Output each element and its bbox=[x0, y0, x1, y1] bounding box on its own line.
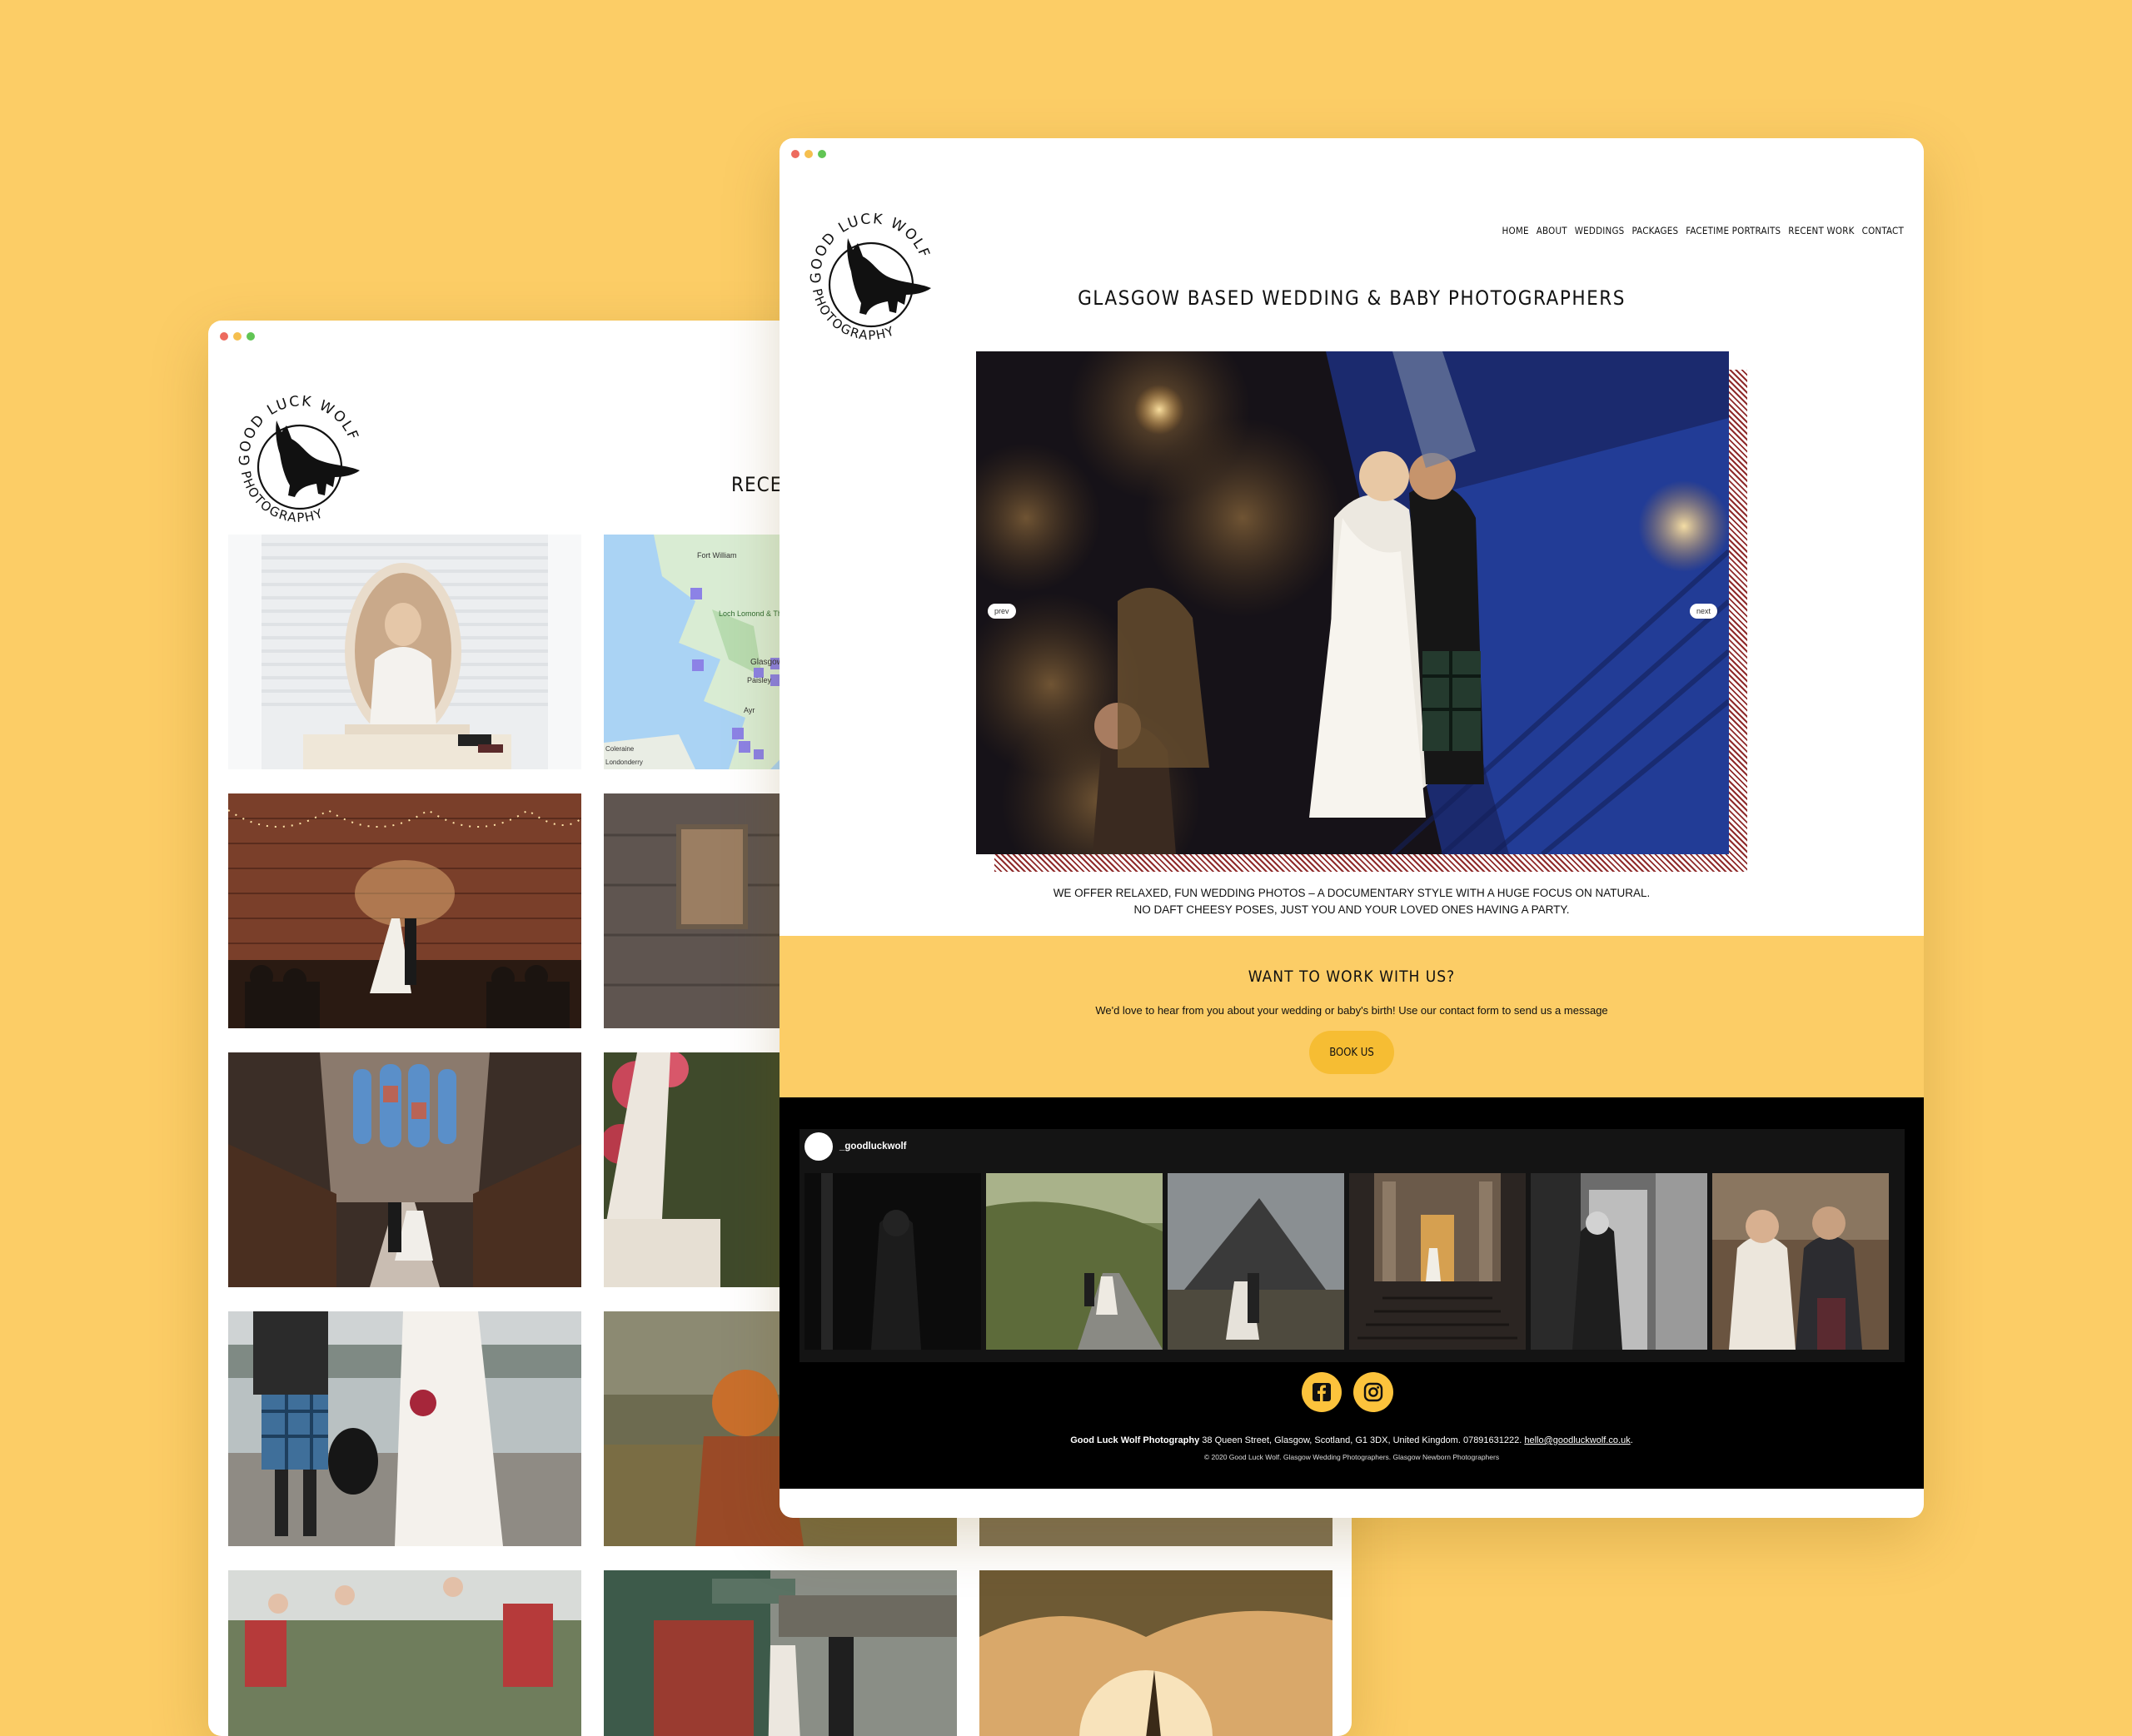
nav-facetime-portraits[interactable]: FACETIME PORTRAITS bbox=[1686, 225, 1781, 236]
photo-street-market[interactable] bbox=[604, 1570, 957, 1736]
wolf-logo[interactable]: GOOD LUCK WOLF PHOTOGRAPHY bbox=[227, 379, 373, 525]
avatar bbox=[804, 1132, 833, 1161]
instagram-post[interactable] bbox=[1531, 1173, 1707, 1350]
facebook-link[interactable] bbox=[1302, 1372, 1342, 1412]
photo-sunset-trees[interactable] bbox=[979, 1570, 1332, 1736]
nav-packages[interactable]: PACKAGES bbox=[1631, 225, 1678, 236]
address-text: 38 Queen Street, Glasgow, Scotland, G1 3… bbox=[1199, 1435, 1525, 1445]
photo-couple-dog[interactable] bbox=[228, 1311, 581, 1546]
nav-recent-work[interactable]: RECENT WORK bbox=[1788, 225, 1854, 236]
map-label: Ayr bbox=[744, 706, 755, 714]
intro-line: WE OFFER RELAXED, FUN WEDDING PHOTOS – A… bbox=[1053, 887, 1651, 899]
main-nav: HOME ABOUT WEDDINGS PACKAGES FACETIME PO… bbox=[1502, 225, 1904, 236]
instagram-handle: _goodluckwolf bbox=[839, 1142, 907, 1152]
map-label: Paisley bbox=[747, 676, 772, 684]
maximize-dot[interactable] bbox=[818, 150, 826, 158]
email-suffix: . bbox=[1630, 1435, 1633, 1445]
homepage-window: GOOD LUCK WOLF PHOTOGRAPHY HOME ABOUT WE… bbox=[780, 138, 1924, 1518]
nav-contact[interactable]: CONTACT bbox=[1862, 225, 1904, 236]
instagram-post[interactable] bbox=[1712, 1173, 1889, 1350]
photo-confetti-party[interactable] bbox=[228, 1570, 581, 1736]
tagline: GLASGOW BASED WEDDING & BABY PHOTOGRAPHE… bbox=[1078, 286, 1626, 310]
hero-photo-couple-kissing bbox=[976, 351, 1729, 854]
hero-slider[interactable]: prev next bbox=[976, 351, 1729, 854]
intro-description: WE OFFER RELAXED, FUN WEDDING PHOTOS – A… bbox=[780, 885, 1924, 918]
minimize-dot[interactable] bbox=[804, 150, 813, 158]
photo-barn-ceremony[interactable] bbox=[228, 793, 581, 1028]
instagram-post[interactable] bbox=[804, 1173, 981, 1350]
window-controls bbox=[791, 150, 826, 158]
photo-bride-mirror[interactable] bbox=[228, 535, 581, 769]
company-name: Good Luck Wolf Photography bbox=[1070, 1435, 1200, 1445]
instagram-post[interactable] bbox=[986, 1173, 1163, 1350]
instagram-link[interactable] bbox=[1353, 1372, 1393, 1412]
close-dot[interactable] bbox=[791, 150, 800, 158]
close-dot[interactable] bbox=[220, 332, 228, 341]
photo-cathedral-aisle[interactable] bbox=[228, 1052, 581, 1287]
footer-address: Good Luck Wolf Photography 38 Queen Stre… bbox=[780, 1435, 1924, 1445]
map-label: Coleraine bbox=[605, 745, 635, 753]
next-button[interactable]: next bbox=[1689, 604, 1717, 619]
map-label: Londonderry bbox=[605, 759, 643, 766]
instagram-post[interactable] bbox=[1349, 1173, 1526, 1350]
wolf-logo[interactable]: GOOD LUCK WOLF PHOTOGRAPHY bbox=[798, 196, 944, 343]
minimize-dot[interactable] bbox=[233, 332, 242, 341]
site-footer: _goodluckwolf Good Luck Wolf Photography… bbox=[780, 1097, 1924, 1489]
cta-text: We'd love to hear from you about your we… bbox=[1095, 1004, 1608, 1017]
instagram-icon bbox=[1363, 1382, 1383, 1402]
nav-home[interactable]: HOME bbox=[1502, 225, 1529, 236]
instagram-grid bbox=[804, 1173, 1889, 1350]
map-label: Glasgow bbox=[750, 658, 784, 667]
prev-button[interactable]: prev bbox=[988, 604, 1016, 619]
instagram-feed: _goodluckwolf bbox=[800, 1129, 1905, 1362]
booking-cta: WANT TO WORK WITH US? We'd love to hear … bbox=[780, 936, 1924, 1097]
nav-weddings[interactable]: WEDDINGS bbox=[1575, 225, 1625, 236]
maximize-dot[interactable] bbox=[247, 332, 255, 341]
book-us-button[interactable]: BOOK US bbox=[1309, 1031, 1394, 1074]
instagram-header[interactable]: _goodluckwolf bbox=[804, 1132, 907, 1161]
instagram-post[interactable] bbox=[1168, 1173, 1344, 1350]
facebook-icon bbox=[1313, 1383, 1331, 1401]
window-controls bbox=[220, 332, 255, 341]
copyright: © 2020 Good Luck Wolf. Glasgow Wedding P… bbox=[1203, 1453, 1500, 1461]
cta-heading: WANT TO WORK WITH US? bbox=[1248, 967, 1456, 986]
map-label: Fort William bbox=[697, 551, 737, 560]
email-link[interactable]: hello@goodluckwolf.co.uk bbox=[1524, 1435, 1630, 1445]
nav-about[interactable]: ABOUT bbox=[1537, 225, 1567, 236]
intro-line: NO DAFT CHEESY POSES, JUST YOU AND YOUR … bbox=[1133, 903, 1570, 916]
